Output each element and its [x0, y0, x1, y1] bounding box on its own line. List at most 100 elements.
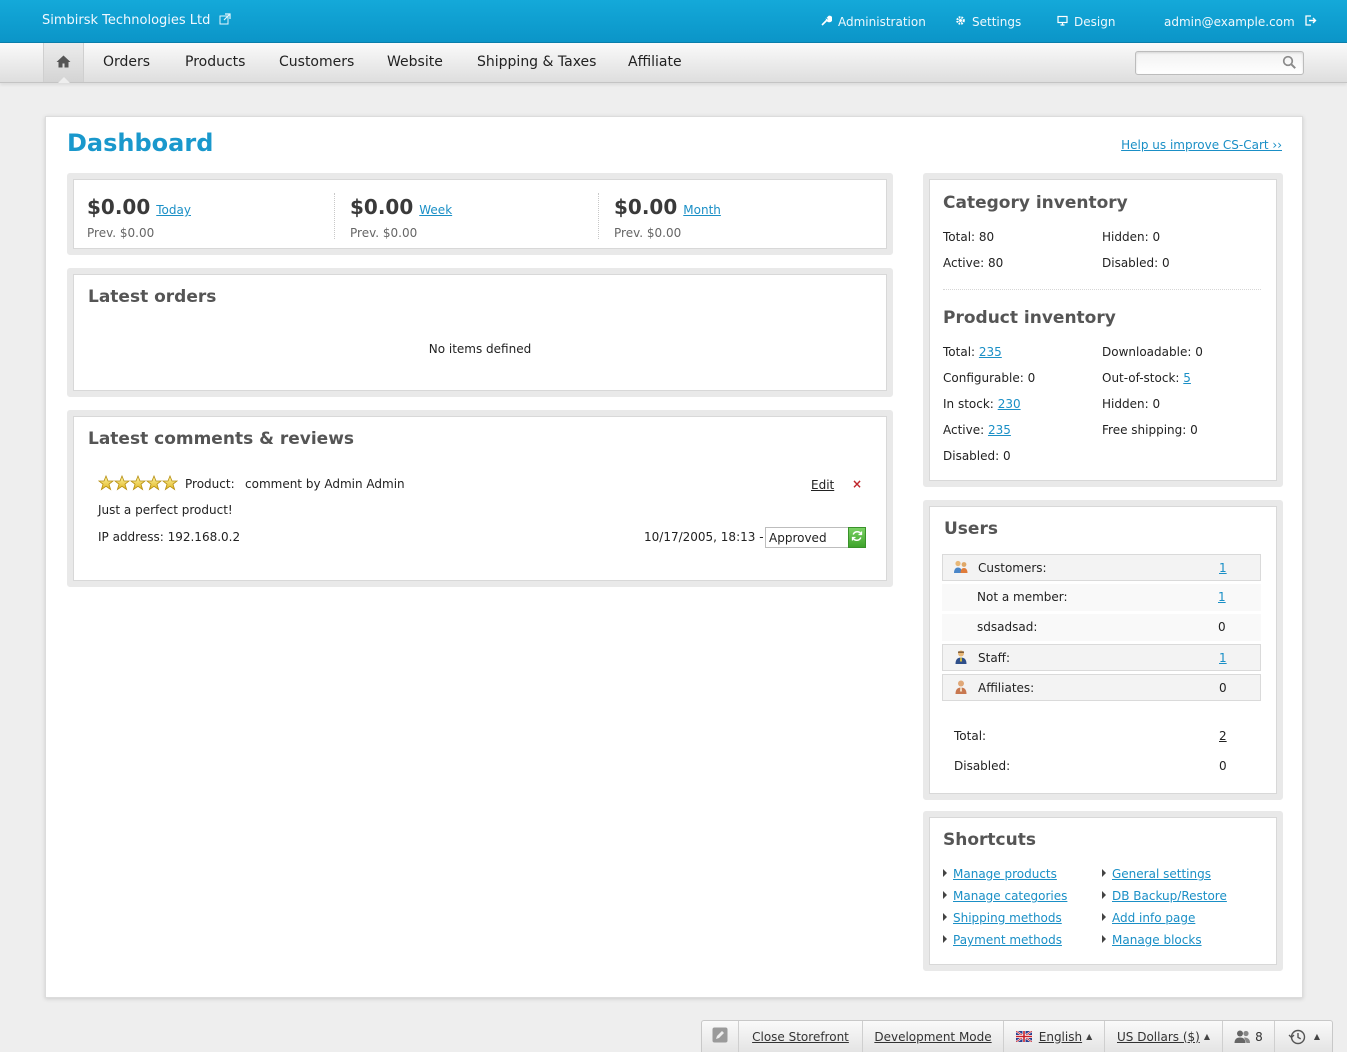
out-of-stock-link[interactable]: 5 [1183, 371, 1191, 385]
shortcut-general-settings[interactable]: General settings [1102, 867, 1211, 881]
shortcut-shipping-methods[interactable]: Shipping methods [943, 911, 1062, 925]
administration-label[interactable]: Administration [838, 15, 926, 29]
design-menu[interactable]: Design [1056, 15, 1115, 29]
chevron-up-icon: ▲ [1313, 1032, 1321, 1041]
close-storefront-button[interactable]: Close Storefront [739, 1021, 863, 1052]
users-disabled-value: 0 [1219, 759, 1227, 773]
nav-affiliate[interactable]: Affiliate [628, 54, 682, 70]
company-label[interactable]: Simbirsk Technologies Ltd [42, 13, 210, 28]
edit-review-link[interactable]: Edit [811, 478, 834, 492]
chevron-up-icon: ▲ [1203, 1032, 1210, 1041]
review-status-select[interactable]: Approved [765, 527, 849, 548]
company-name[interactable]: Simbirsk Technologies Ltd [42, 13, 231, 29]
product-out-of-stock: Out-of-stock: 5 [1102, 371, 1191, 385]
row-value-link[interactable]: 1 [1219, 561, 1227, 575]
nav-customers[interactable]: Customers [279, 54, 354, 70]
wrench-icon [820, 15, 833, 29]
row-value-link[interactable]: 1 [1218, 590, 1226, 604]
stat-month: $0.00 Month Prev. $0.00 [614, 195, 721, 240]
nav-website[interactable]: Website [387, 54, 443, 70]
in-stock-label: In stock: [943, 397, 994, 411]
product-downloadable: Downloadable: 0 [1102, 345, 1203, 359]
design-label[interactable]: Design [1074, 15, 1115, 29]
users-total-link[interactable]: 2 [1219, 729, 1227, 743]
product-disabled: Disabled: 0 [943, 449, 1011, 463]
shortcut-link[interactable]: Add info page [1112, 911, 1195, 925]
users-total-label: Total: [954, 729, 987, 743]
shortcut-manage-products[interactable]: Manage products [943, 867, 1057, 881]
users-row-affiliates: Affiliates: 0 [942, 674, 1261, 701]
rating-stars [97, 474, 180, 491]
staff-icon [953, 649, 969, 668]
logout-icon[interactable] [1304, 15, 1317, 29]
product-in-stock: In stock: 230 [943, 397, 1021, 411]
search-icon[interactable] [1282, 55, 1297, 73]
language-label[interactable]: English [1039, 1030, 1082, 1044]
stat-prev: Prev. $0.00 [87, 226, 155, 240]
affiliate-icon [953, 679, 969, 698]
shortcut-link[interactable]: DB Backup/Restore [1112, 889, 1227, 903]
shortcut-link[interactable]: Shipping methods [953, 911, 1062, 925]
history-menu[interactable]: ▲ [1275, 1021, 1333, 1052]
shortcut-link[interactable]: Payment methods [953, 933, 1062, 947]
development-mode-link[interactable]: Development Mode [874, 1030, 991, 1044]
row-value: 0 [1218, 620, 1226, 634]
nav-products[interactable]: Products [185, 54, 245, 70]
product-total-label: Total: [943, 345, 976, 359]
nav-orders[interactable]: Orders [103, 54, 150, 70]
language-selector[interactable]: English ▲ [1004, 1021, 1105, 1052]
edit-mode-button[interactable] [702, 1021, 739, 1052]
currency-selector[interactable]: US Dollars ($) ▲ [1105, 1021, 1223, 1052]
users-online-indicator[interactable]: 8 [1223, 1021, 1275, 1052]
currency-label[interactable]: US Dollars ($) [1117, 1030, 1200, 1044]
latest-orders-title: Latest orders [88, 287, 217, 307]
refresh-button[interactable] [848, 527, 866, 548]
star-icon [97, 474, 115, 491]
nav-shipping-taxes[interactable]: Shipping & Taxes [477, 54, 596, 70]
active-link[interactable]: 235 [988, 423, 1011, 437]
review-text: Just a perfect product! [98, 503, 233, 517]
settings-menu[interactable]: Settings [954, 15, 1021, 29]
stat-period-link[interactable]: Today [156, 203, 191, 217]
product-total: Total: 235 [943, 345, 1002, 359]
settings-label[interactable]: Settings [972, 15, 1021, 29]
shortcut-manage-categories[interactable]: Manage categories [943, 889, 1067, 903]
users-title: Users [944, 519, 998, 539]
help-improve-link[interactable]: Help us improve CS-Cart ›› [1121, 138, 1282, 152]
stat-amount: $0.00 [614, 195, 678, 219]
shortcut-link[interactable]: Manage categories [953, 889, 1067, 903]
users-box: Users Customers: 1 Not a member: 1 sdsad… [923, 500, 1283, 800]
shortcut-db-backup[interactable]: DB Backup/Restore [1102, 889, 1227, 903]
account-email[interactable]: admin@example.com [1164, 15, 1295, 29]
delete-icon[interactable]: × [852, 477, 862, 491]
stat-amount: $0.00 [350, 195, 414, 219]
monitor-icon [1056, 15, 1068, 29]
stat-period-link[interactable]: Month [683, 203, 721, 217]
users-row-sdsadsad: sdsadsad: 0 [942, 614, 1261, 641]
shortcut-manage-blocks[interactable]: Manage blocks [1102, 933, 1202, 947]
divider [598, 193, 599, 239]
bottom-toolbar: Close Storefront Development Mode Englis… [701, 1020, 1333, 1052]
row-value-link[interactable]: 1 [1219, 651, 1227, 665]
stat-period-link[interactable]: Week [419, 203, 452, 217]
shortcut-payment-methods[interactable]: Payment methods [943, 933, 1062, 947]
status-value: Approved [769, 531, 827, 545]
development-mode-button[interactable]: Development Mode [863, 1021, 1004, 1052]
close-storefront-link[interactable]: Close Storefront [752, 1030, 849, 1044]
account-menu[interactable]: admin@example.com [1164, 15, 1317, 29]
latest-reviews-title: Latest comments & reviews [88, 429, 355, 449]
in-stock-link[interactable]: 230 [998, 397, 1021, 411]
shortcut-link[interactable]: General settings [1112, 867, 1211, 881]
shortcut-link[interactable]: Manage products [953, 867, 1057, 881]
shortcut-add-info-page[interactable]: Add info page [1102, 911, 1195, 925]
section-divider [943, 289, 1261, 290]
review-product-label: Product: [185, 477, 235, 491]
home-button[interactable] [43, 43, 84, 83]
search-input[interactable] [1135, 51, 1304, 75]
product-total-link[interactable]: 235 [979, 345, 1002, 359]
main-nav: Orders Products Customers Website Shippi… [0, 43, 1347, 83]
clock-history-icon [1288, 1029, 1306, 1045]
administration-menu[interactable]: Administration [820, 15, 926, 29]
external-link-icon[interactable] [219, 13, 231, 29]
shortcut-link[interactable]: Manage blocks [1112, 933, 1202, 947]
